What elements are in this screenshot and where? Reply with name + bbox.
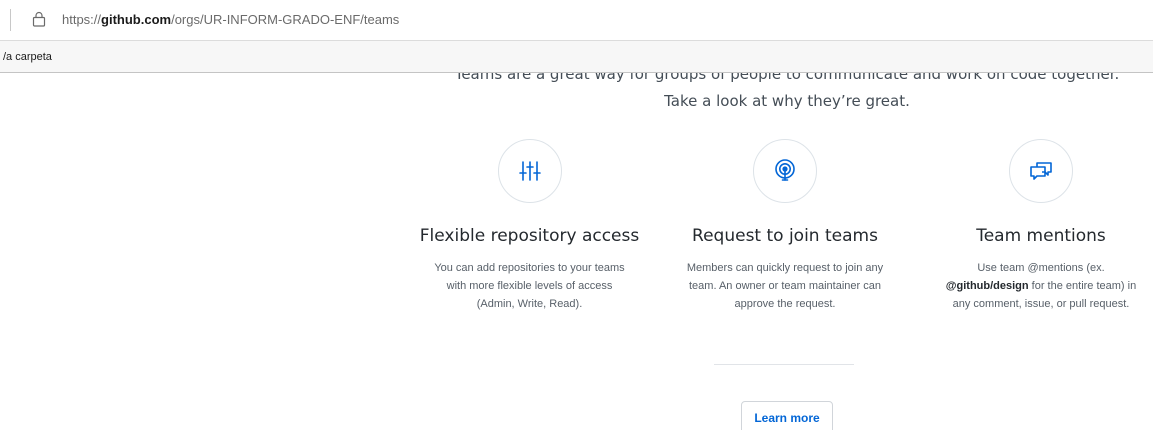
teams-intro-content: Teams are a great way for groups of peop… — [0, 73, 1153, 430]
desc-line: approve the request. — [734, 298, 836, 310]
feature-title: Team mentions — [976, 226, 1106, 246]
feature-icon-circle — [497, 139, 562, 203]
address-divider — [10, 9, 11, 31]
url-prefix: https:// — [62, 12, 102, 27]
broadcast-icon — [775, 159, 795, 181]
desc-line: Use team @mentions (ex. — [977, 262, 1105, 274]
bookmark-folder[interactable]: /a carpeta — [3, 51, 52, 63]
feature-flexible-repository-access: Flexible repository access You can add r… — [402, 139, 657, 313]
comment-discussion-icon — [1030, 162, 1052, 180]
url-path: /orgs/UR-INFORM-GRADO-ENF/teams — [171, 12, 400, 27]
bookmarks-bar: /a carpeta — [0, 40, 1153, 73]
feature-title: Flexible repository access — [419, 226, 640, 246]
intro-line-1: Teams are a great way for groups of peop… — [454, 73, 1120, 83]
url-host: github.com — [101, 12, 172, 27]
feature-description: Use team @mentions (ex. @github/design f… — [913, 259, 1153, 313]
sliders-icon — [518, 161, 541, 181]
feature-icon-circle — [753, 139, 817, 203]
address-bar[interactable]: https://github.com/orgs/UR-INFORM-GRADO-… — [0, 0, 1153, 40]
desc-line: with more flexible levels of access — [446, 280, 613, 292]
learn-more-button[interactable]: Learn more — [741, 401, 833, 430]
page: https://github.com/orgs/UR-INFORM-GRADO-… — [0, 0, 1153, 430]
desc-line: any comment, issue, or pull request. — [952, 298, 1130, 310]
lock-icon — [32, 11, 46, 27]
feature-title: Request to join teams — [692, 226, 878, 246]
feature-request-to-join: Request to join teams Members can quickl… — [658, 139, 912, 313]
url-text[interactable]: https://github.com/orgs/UR-INFORM-GRADO-… — [62, 12, 399, 27]
section-divider — [714, 364, 854, 365]
desc-line: You can add repositories to your teams — [434, 262, 625, 274]
intro-line-2: Take a look at why they’re great. — [664, 92, 910, 110]
feature-icon-circle — [1009, 139, 1073, 203]
desc-line: for the entire team) in — [1028, 280, 1137, 292]
feature-description: You can add repositories to your teams w… — [402, 259, 657, 313]
feature-description: Members can quickly request to join any … — [658, 259, 912, 313]
desc-line: Members can quickly request to join any — [686, 262, 884, 274]
desc-line: (Admin, Write, Read). — [476, 298, 583, 310]
desc-line: team. An owner or team maintainer can — [689, 280, 881, 292]
feature-team-mentions: Team mentions Use team @mentions (ex. @g… — [913, 139, 1153, 313]
mention-example: @github/design — [945, 280, 1029, 292]
